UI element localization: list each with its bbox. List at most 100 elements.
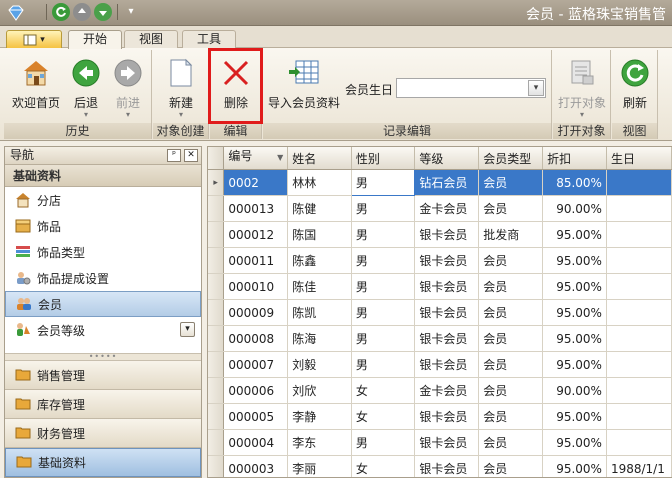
row-indicator[interactable] <box>208 273 225 300</box>
column-header[interactable]: 折扣 <box>542 147 607 170</box>
open-object-button[interactable]: 打开对象 ▾ <box>555 56 609 119</box>
table-cell[interactable]: 刘欣 <box>287 377 352 404</box>
column-header[interactable]: 会员类型 <box>478 147 544 170</box>
nav-item-commission[interactable]: 饰品提成设置 <box>5 265 201 291</box>
back-button[interactable]: 后退 ▾ <box>66 56 106 119</box>
table-row[interactable]: 000009 陈凯男银卡会员 会员 95.00% <box>208 299 672 326</box>
table-cell[interactable]: 会员 <box>478 377 544 404</box>
table-cell[interactable]: 000009 <box>223 299 289 326</box>
table-cell[interactable]: 95.00% <box>542 351 607 378</box>
table-cell[interactable] <box>606 247 672 274</box>
table-cell[interactable]: 李静 <box>287 403 352 430</box>
table-cell[interactable]: 1988/1/1 <box>606 455 672 477</box>
nav-item-jewelry-type[interactable]: 饰品类型 <box>5 239 201 265</box>
pin-icon[interactable]: ᵖ <box>167 149 181 162</box>
row-indicator[interactable] <box>208 377 225 404</box>
table-cell[interactable]: 000007 <box>223 351 289 378</box>
table-row[interactable]: ▸ 0002 林林男钻石会员 会员 85.00% <box>208 169 672 196</box>
table-cell[interactable]: 会员 <box>478 351 544 378</box>
table-cell[interactable]: 陈鑫 <box>287 247 352 274</box>
table-row[interactable]: 000004 李东男银卡会员 会员 95.00% <box>208 429 672 456</box>
table-cell[interactable] <box>606 377 672 404</box>
current-row-indicator-icon[interactable]: ▸ <box>208 169 225 196</box>
row-indicator[interactable] <box>208 325 225 352</box>
row-indicator[interactable] <box>208 429 225 456</box>
chevron-down-icon[interactable]: ▾ <box>180 322 195 337</box>
forward-button[interactable]: 前进 ▾ <box>108 56 148 119</box>
table-cell[interactable]: 批发商 <box>478 221 544 248</box>
table-cell[interactable]: 银卡会员 <box>414 351 480 378</box>
table-cell[interactable] <box>606 325 672 352</box>
table-cell[interactable] <box>606 221 672 248</box>
table-cell[interactable] <box>606 351 672 378</box>
table-cell[interactable]: 银卡会员 <box>414 403 480 430</box>
tab-home[interactable]: 开始 <box>68 30 123 49</box>
table-cell[interactable] <box>606 429 672 456</box>
nav-item-members[interactable]: 会员 <box>5 291 201 317</box>
table-cell[interactable]: 95.00% <box>542 455 607 477</box>
table-cell[interactable]: 银卡会员 <box>414 221 480 248</box>
qat-dropdown-icon[interactable]: ▾ <box>123 4 139 20</box>
table-row[interactable]: 000010 陈佳男银卡会员 会员 95.00% <box>208 273 672 300</box>
table-cell[interactable]: 会员 <box>478 429 544 456</box>
table-cell[interactable]: 男 <box>351 429 416 456</box>
table-cell[interactable]: 会员 <box>478 325 544 352</box>
forward-arrow-icon[interactable] <box>94 3 112 21</box>
table-cell[interactable] <box>606 273 672 300</box>
table-cell[interactable]: 95.00% <box>542 299 607 326</box>
nav-item-jewelry[interactable]: 饰品 <box>5 213 201 239</box>
table-cell[interactable]: 会员 <box>478 403 544 430</box>
row-indicator[interactable] <box>208 195 225 222</box>
table-cell[interactable]: 95.00% <box>542 247 607 274</box>
nav-category-sales[interactable]: 销售管理 <box>5 361 201 390</box>
table-cell[interactable]: 男 <box>351 247 416 274</box>
row-indicator[interactable] <box>208 221 225 248</box>
table-cell[interactable]: 陈海 <box>287 325 352 352</box>
table-cell[interactable]: 陈凯 <box>287 299 352 326</box>
table-cell[interactable]: 男 <box>351 351 416 378</box>
table-cell[interactable]: 陈佳 <box>287 273 352 300</box>
import-members-button[interactable]: 导入会员资料 <box>265 56 343 111</box>
diamond-icon[interactable] <box>6 4 26 22</box>
table-cell[interactable]: 会员 <box>478 169 544 196</box>
table-cell[interactable]: 000012 <box>223 221 289 248</box>
chevron-down-icon[interactable]: ▾ <box>528 80 544 96</box>
table-row[interactable]: 000012 陈国男银卡会员 批发商 95.00% <box>208 221 672 248</box>
nav-category-finance[interactable]: 财务管理 <box>5 419 201 448</box>
table-cell[interactable]: 90.00% <box>542 195 607 222</box>
nav-category-inventory[interactable]: 库存管理 <box>5 390 201 419</box>
tab-tools[interactable]: 工具 <box>182 30 237 49</box>
table-cell[interactable]: 银卡会员 <box>414 429 480 456</box>
table-cell[interactable]: 000011 <box>223 247 289 274</box>
table-cell[interactable]: 000004 <box>223 429 289 456</box>
table-cell[interactable]: 会员 <box>478 273 544 300</box>
nav-category-basic-data[interactable]: 基础资料 <box>5 448 201 477</box>
row-indicator[interactable] <box>208 403 225 430</box>
table-cell[interactable]: 金卡会员 <box>414 377 480 404</box>
table-cell[interactable]: 银卡会员 <box>414 455 480 477</box>
close-icon[interactable]: ✕ <box>184 149 198 162</box>
table-cell[interactable]: 95.00% <box>542 273 607 300</box>
column-header[interactable]: 等级 <box>414 147 480 170</box>
table-cell[interactable] <box>606 195 672 222</box>
table-cell[interactable]: 银卡会员 <box>414 247 480 274</box>
table-cell[interactable]: 钻石会员 <box>414 169 480 196</box>
tab-view[interactable]: 视图 <box>124 30 179 49</box>
table-cell[interactable]: 女 <box>351 403 416 430</box>
table-cell[interactable]: 男 <box>351 299 416 326</box>
table-row[interactable]: 000003 李丽女银卡会员 会员 95.00% 1988/1/1 <box>208 455 672 477</box>
table-row[interactable]: 000006 刘欣女金卡会员 会员 90.00% <box>208 377 672 404</box>
row-indicator[interactable] <box>208 455 225 477</box>
table-cell[interactable]: 会员 <box>478 247 544 274</box>
table-cell[interactable]: 85.00% <box>542 169 607 196</box>
table-cell[interactable]: 000006 <box>223 377 289 404</box>
table-cell[interactable]: 林林 <box>287 169 352 196</box>
delete-button[interactable]: 删除 <box>214 56 258 111</box>
table-row[interactable]: 000008 陈海男银卡会员 会员 95.00% <box>208 325 672 352</box>
table-row[interactable]: 000005 李静女银卡会员 会员 95.00% <box>208 403 672 430</box>
table-row[interactable]: 000007 刘毅男银卡会员 会员 95.00% <box>208 351 672 378</box>
row-indicator[interactable] <box>208 351 225 378</box>
table-cell[interactable]: 男 <box>351 195 416 222</box>
new-button[interactable]: 新建 ▾ <box>157 56 205 119</box>
table-cell[interactable]: 陈健 <box>287 195 352 222</box>
